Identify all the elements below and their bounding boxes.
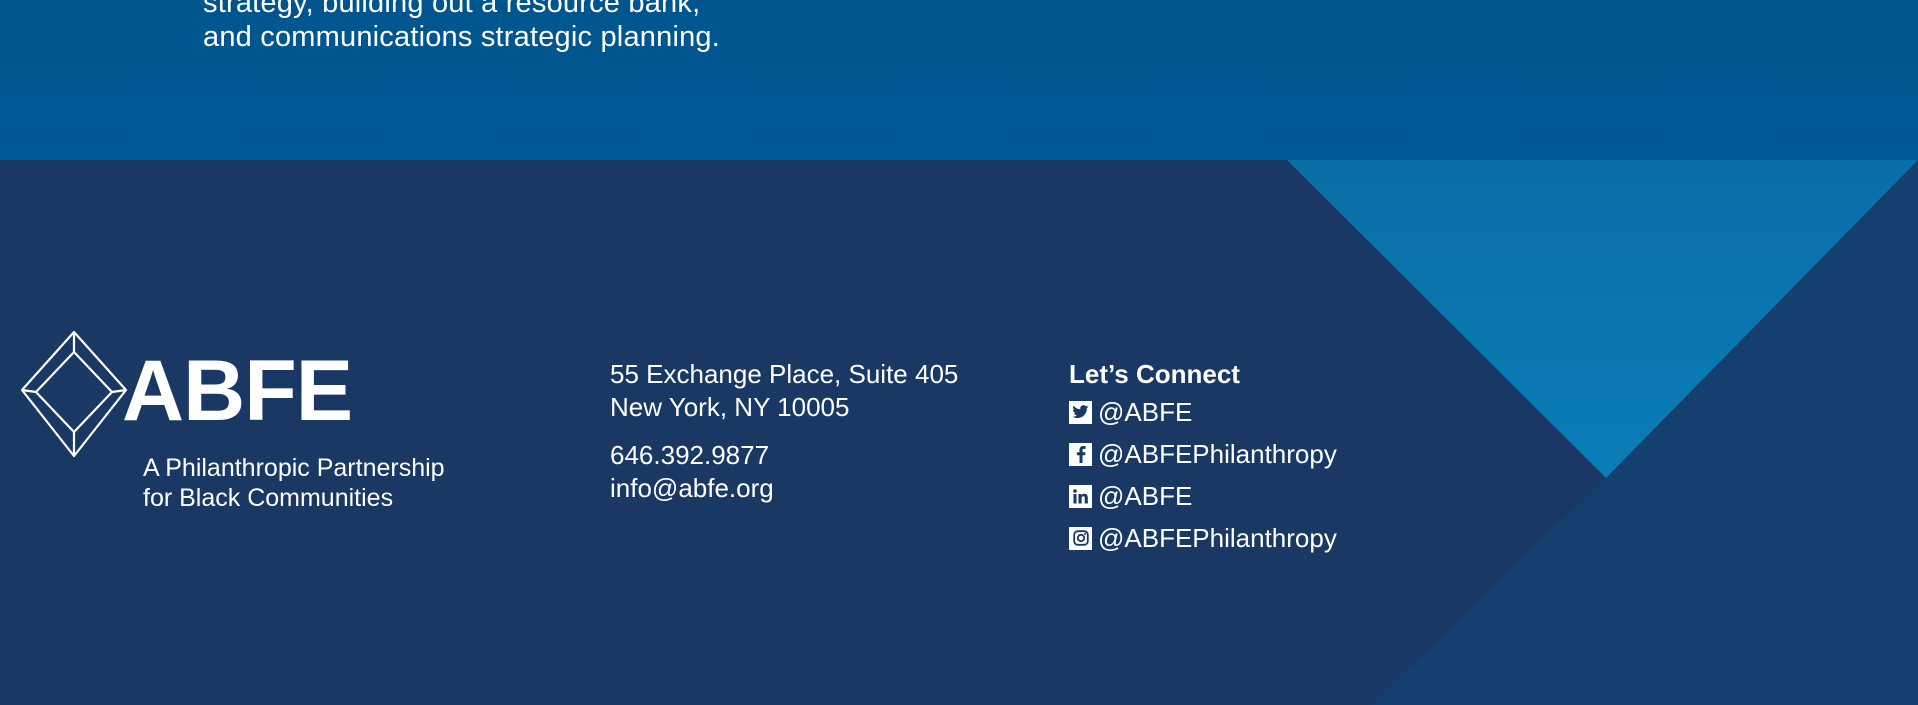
address-line-1: 55 Exchange Place, Suite 405 [610, 359, 959, 389]
linkedin-icon [1069, 484, 1092, 508]
twitter-icon [1069, 400, 1092, 424]
linkedin-handle: @ABFE [1098, 481, 1193, 511]
address-line-2: New York, NY 10005 [610, 392, 850, 422]
tagline-line-2: for Black Communities [143, 484, 394, 512]
social-link-linkedin[interactable]: @ABFE [1069, 475, 1337, 517]
facebook-icon [1069, 442, 1092, 466]
twitter-handle: @ABFE [1098, 397, 1193, 427]
logo-wordmark: ABFE [122, 343, 353, 439]
social-link-twitter[interactable]: @ABFE [1069, 391, 1337, 433]
facebook-handle: @ABFEPhilanthropy [1098, 439, 1337, 469]
instagram-icon [1069, 526, 1092, 550]
connect-title: Let’s Connect [1069, 359, 1240, 389]
intro-line-2: and communications strategic planning. [203, 21, 720, 53]
intro-band: strategy, building out a resource bank, … [0, 0, 1918, 160]
diamond-cube-icon [20, 330, 128, 458]
phone-link[interactable]: 646.392.9877 [610, 439, 958, 472]
social-link-instagram[interactable]: @ABFEPhilanthropy [1069, 517, 1337, 559]
email-link[interactable]: info@abfe.org [610, 472, 958, 505]
contact-block: 55 Exchange Place, Suite 405 New York, N… [610, 358, 958, 505]
logo-tagline: A Philanthropic Partnership for Black Co… [143, 453, 445, 513]
tagline-line-1: A Philanthropic Partnership [143, 454, 445, 482]
intro-line-1: strategy, building out a resource bank, [203, 0, 701, 19]
instagram-handle: @ABFEPhilanthropy [1098, 523, 1337, 553]
intro-text: strategy, building out a resource bank, … [203, 0, 720, 54]
social-link-facebook[interactable]: @ABFEPhilanthropy [1069, 433, 1337, 475]
social-connect: Let’s Connect @ABFE @ABFEPhilanthropy @A… [1069, 358, 1337, 559]
